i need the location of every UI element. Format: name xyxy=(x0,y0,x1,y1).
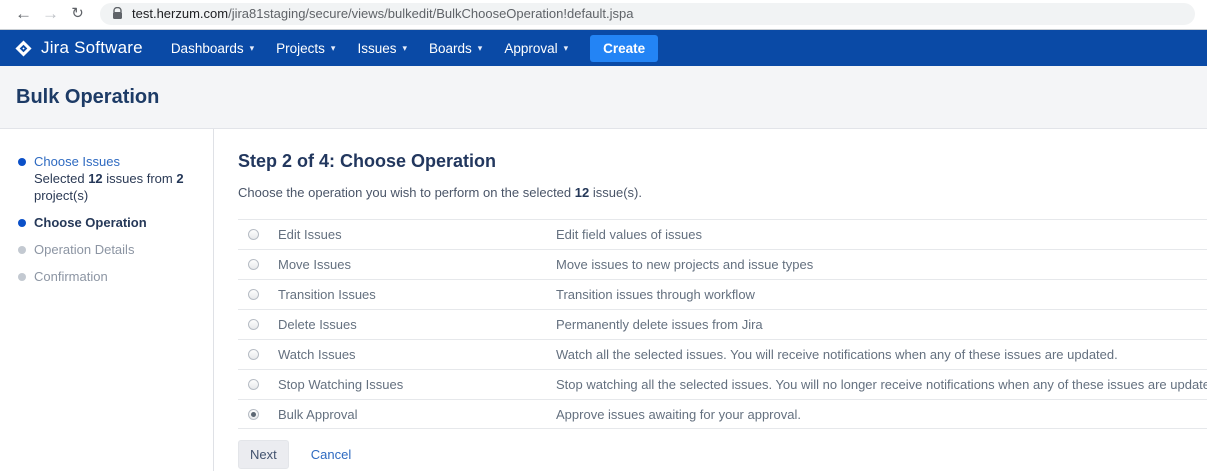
operation-description: Stop watching all the selected issues. Y… xyxy=(556,377,1207,392)
step-heading: Step 2 of 4: Choose Operation xyxy=(238,151,1207,172)
nav-item-label: Dashboards xyxy=(171,41,244,56)
main-panel: Step 2 of 4: Choose Operation Choose the… xyxy=(214,129,1207,471)
step-body: Operation Details xyxy=(34,241,186,258)
chevron-down-icon: ▾ xyxy=(331,43,336,54)
radio-dot xyxy=(251,352,256,357)
operation-description: Watch all the selected issues. You will … xyxy=(556,347,1207,362)
step-bullet-icon xyxy=(18,246,26,254)
url-host: test.herzum.com xyxy=(132,6,228,21)
operation-row-delete-issues: Delete IssuesPermanently delete issues f… xyxy=(238,309,1207,339)
nav-item-projects[interactable]: Projects ▾ xyxy=(265,32,346,65)
url-text: test.herzum.com/jira81staging/secure/vie… xyxy=(132,6,634,21)
step-body: Choose IssuesSelected 12 issues from 2 p… xyxy=(34,153,186,204)
operation-name[interactable]: Transition Issues xyxy=(278,287,556,302)
wizard-step-confirmation: Confirmation xyxy=(18,268,203,285)
step-subtitle: Choose the operation you wish to perform… xyxy=(238,185,1207,200)
chevron-down-icon: ▾ xyxy=(250,43,255,54)
next-button[interactable]: Next xyxy=(238,440,289,469)
nav-item-label: Approval xyxy=(504,41,557,56)
operation-description: Approve issues awaiting for your approva… xyxy=(556,407,1207,422)
radio-dot xyxy=(251,292,256,297)
chevron-down-icon: ▾ xyxy=(402,43,407,54)
radio-button[interactable] xyxy=(248,349,259,360)
step-label[interactable]: Choose Issues xyxy=(34,153,186,170)
radio-dot xyxy=(251,232,256,237)
radio-button[interactable] xyxy=(248,229,259,240)
nav-item-label: Projects xyxy=(276,41,325,56)
operation-row-move-issues: Move IssuesMove issues to new projects a… xyxy=(238,249,1207,279)
step-description: Selected 12 issues from 2 project(s) xyxy=(34,170,186,204)
screen: ← → ↻ test.herzum.com/jira81staging/secu… xyxy=(0,0,1207,472)
operation-name[interactable]: Delete Issues xyxy=(278,317,556,332)
radio-dot xyxy=(251,412,256,417)
jira-logo[interactable]: Jira Software xyxy=(14,38,143,58)
radio-button[interactable] xyxy=(248,319,259,330)
wizard-step-choose-operation: Choose Operation xyxy=(18,214,203,231)
url-path: /jira81staging/secure/views/bulkedit/Bul… xyxy=(228,6,633,21)
step-body: Confirmation xyxy=(34,268,186,285)
radio-dot xyxy=(251,262,256,267)
nav-item-approval[interactable]: Approval ▾ xyxy=(493,32,579,65)
radio-button[interactable] xyxy=(248,289,259,300)
jira-diamond-icon xyxy=(14,39,33,58)
address-bar[interactable]: test.herzum.com/jira81staging/secure/vie… xyxy=(100,3,1195,25)
nav-item-issues[interactable]: Issues ▾ xyxy=(346,32,418,65)
back-icon[interactable]: ← xyxy=(10,5,37,22)
nav-item-boards[interactable]: Boards ▾ xyxy=(418,32,493,65)
step-bullet-icon xyxy=(18,273,26,281)
nav-item-label: Boards xyxy=(429,41,472,56)
wizard-step-operation-details: Operation Details xyxy=(18,241,203,258)
operation-description: Edit field values of issues xyxy=(556,227,1207,242)
forward-icon[interactable]: → xyxy=(37,5,64,22)
nav-menu: Dashboards▾Projects▾Issues▾Boards▾Approv… xyxy=(160,32,579,65)
operation-row-edit-issues: Edit IssuesEdit field values of issues xyxy=(238,219,1207,249)
browser-toolbar: ← → ↻ test.herzum.com/jira81staging/secu… xyxy=(0,0,1207,30)
operation-name[interactable]: Edit Issues xyxy=(278,227,556,242)
lock-icon[interactable] xyxy=(112,7,123,20)
operation-description: Move issues to new projects and issue ty… xyxy=(556,257,1207,272)
brand-name: Jira Software xyxy=(41,38,143,58)
operation-name[interactable]: Bulk Approval xyxy=(278,407,556,422)
radio-button[interactable] xyxy=(248,259,259,270)
step-bullet-icon xyxy=(18,158,26,166)
radio-button[interactable] xyxy=(248,409,259,420)
operation-name[interactable]: Watch Issues xyxy=(278,347,556,362)
step-label: Operation Details xyxy=(34,241,186,258)
nav-item-label: Issues xyxy=(357,41,396,56)
wizard-sidebar: Choose IssuesSelected 12 issues from 2 p… xyxy=(0,129,214,471)
page-header: Bulk Operation xyxy=(0,66,1207,129)
nav-item-dashboards[interactable]: Dashboards ▾ xyxy=(160,32,265,65)
radio-button[interactable] xyxy=(248,379,259,390)
content: Choose IssuesSelected 12 issues from 2 p… xyxy=(0,129,1207,471)
actions-bar: Next Cancel xyxy=(238,440,1207,469)
operation-row-watch-issues: Watch IssuesWatch all the selected issue… xyxy=(238,339,1207,369)
operation-row-stop-watching-issues: Stop Watching IssuesStop watching all th… xyxy=(238,369,1207,399)
operations-table: Edit IssuesEdit field values of issuesMo… xyxy=(238,219,1207,429)
operation-row-bulk-approval: Bulk ApprovalApprove issues awaiting for… xyxy=(238,399,1207,429)
step-bullet-icon xyxy=(18,219,26,227)
radio-dot xyxy=(251,382,256,387)
operation-description: Permanently delete issues from Jira xyxy=(556,317,1207,332)
operation-name[interactable]: Stop Watching Issues xyxy=(278,377,556,392)
operation-row-transition-issues: Transition IssuesTransition issues throu… xyxy=(238,279,1207,309)
page-title: Bulk Operation xyxy=(16,86,159,109)
chevron-down-icon: ▾ xyxy=(564,43,569,54)
cancel-link[interactable]: Cancel xyxy=(311,447,351,462)
operation-name[interactable]: Move Issues xyxy=(278,257,556,272)
wizard-step-choose-issues: Choose IssuesSelected 12 issues from 2 p… xyxy=(18,153,203,204)
refresh-icon[interactable]: ↻ xyxy=(64,6,91,21)
chevron-down-icon: ▾ xyxy=(478,43,483,54)
create-button[interactable]: Create xyxy=(590,35,658,62)
radio-dot xyxy=(251,322,256,327)
step-label: Choose Operation xyxy=(34,214,186,231)
jira-navbar: Jira Software Dashboards▾Projects▾Issues… xyxy=(0,30,1207,66)
step-body: Choose Operation xyxy=(34,214,186,231)
operation-description: Transition issues through workflow xyxy=(556,287,1207,302)
step-label: Confirmation xyxy=(34,268,186,285)
